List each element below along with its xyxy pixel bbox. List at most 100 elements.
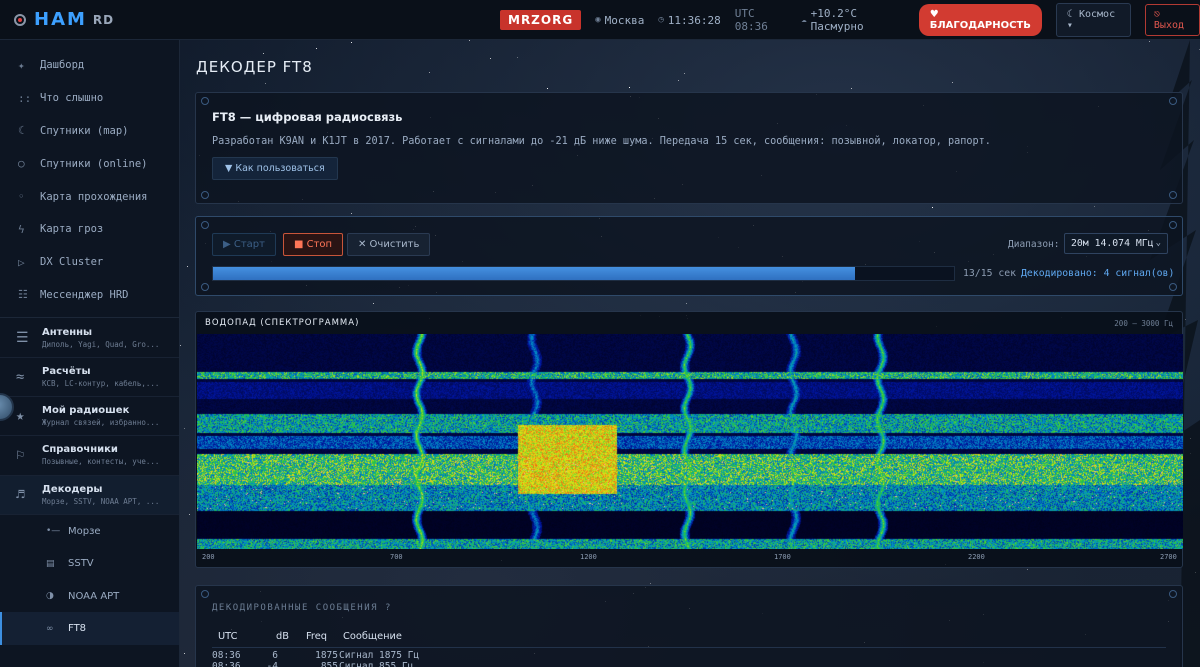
- table-cell: -4: [266, 661, 278, 667]
- logout-button[interactable]: ⎋ Выход: [1144, 4, 1200, 36]
- sidebar-item-label: Мессенджер HRD: [40, 288, 129, 301]
- clock-icon: ◷: [658, 15, 664, 25]
- sidebar-subitem-label: FT8: [68, 623, 87, 635]
- column-header[interactable]: dB: [276, 631, 289, 642]
- table-cell: Сигнал 1875 Гц: [339, 650, 420, 661]
- corner-icon: [201, 97, 209, 105]
- start-button[interactable]: ▶ Старт: [212, 233, 276, 256]
- callsign-badge[interactable]: MRZORG: [500, 10, 582, 30]
- logo[interactable]: HAM RD: [14, 9, 180, 30]
- group-title: Справочники: [42, 444, 118, 456]
- corner-icon: [201, 191, 209, 199]
- group-icon: ★: [16, 408, 25, 425]
- waterfall-card: ВОДОПАД (СПЕКТРОГРАММА) 200 — 3000 Гц 20…: [195, 311, 1183, 568]
- logo-icon: [14, 13, 26, 26]
- corner-icon: [1169, 221, 1177, 229]
- group-subtitle: Морзе, SSTV, NOAA APT, ...: [42, 496, 160, 506]
- sidebar-group[interactable]: ⚐ Справочники Позывные, контесты, уче...: [0, 436, 179, 476]
- sidebar-item[interactable]: ○ Спутники (online): [0, 147, 179, 180]
- sidebar-item[interactable]: :: Что слышно: [0, 82, 179, 115]
- group-subtitle: Журнал связей, избранно...: [42, 418, 160, 428]
- thanks-label: БЛАГОДАРНОСТЬ: [929, 20, 1031, 31]
- column-header[interactable]: UTC: [218, 631, 237, 642]
- nav-icon: ○: [18, 157, 25, 171]
- location-icon: ◉: [595, 15, 601, 25]
- city-text: Москва: [604, 13, 645, 27]
- table-cell: Сигнал 855 Гц: [339, 661, 414, 667]
- range-select[interactable]: 20м 14.074 МГц ⌄: [1064, 233, 1168, 254]
- corner-icon: [201, 590, 209, 598]
- page-title: ДЕКОДЕР FT8: [196, 58, 313, 76]
- group-icon: ⚐: [16, 447, 25, 464]
- table-cell: 1875: [315, 650, 338, 661]
- sidebar-item-label: Спутники (map): [40, 124, 129, 137]
- messages-title: ДЕКОДИРОВАННЫЕ СООБЩЕНИЯ ?: [212, 603, 392, 613]
- group-icon: ☰: [16, 329, 29, 346]
- sidebar-group[interactable]: ♬ Декодеры Морзе, SSTV, NOAA APT, ...: [0, 475, 179, 515]
- nav-icon: ::: [18, 91, 32, 105]
- nav-icon: ◦: [18, 190, 25, 204]
- info-text: Разработан K9AN и K1JT в 2017. Работает …: [212, 136, 991, 147]
- stop-button[interactable]: ■ Стоп: [283, 233, 344, 256]
- sidebar-subitem[interactable]: ◑ NOAA APT: [0, 580, 179, 613]
- controls-card: ▶ Старт ■ Стоп ✕ Очистить Диапазон: 20м …: [195, 216, 1183, 296]
- frequency-tick: 2700: [1160, 553, 1177, 561]
- chevron-down-icon: ⌄: [1155, 238, 1161, 248]
- group-title: Антенны: [42, 326, 93, 338]
- cloud-icon: ☁: [801, 15, 807, 25]
- sidebar: ✦ Дашборд:: Что слышно ☾ Спутники (map)○ Спут…: [0, 40, 180, 667]
- nav-icon: ▷: [18, 255, 25, 269]
- sub-icon: ◑: [46, 591, 54, 602]
- nav-icon: ✦: [18, 58, 25, 72]
- messages-card: ДЕКОДИРОВАННЫЕ СООБЩЕНИЯ ? UTC dB Freq Сооб…: [195, 585, 1183, 667]
- waterfall-canvas[interactable]: [197, 334, 1183, 549]
- sidebar-group[interactable]: ★ Мой радиошек Журнал связей, избранно...: [0, 397, 179, 437]
- sidebar-item[interactable]: ☷ Мессенджер HRD: [0, 279, 179, 312]
- clear-button[interactable]: ✕ Очистить: [347, 233, 431, 256]
- sub-icon: ▤: [46, 558, 55, 569]
- sidebar-subitem[interactable]: ∞ FT8: [0, 612, 179, 645]
- location: ◉ Москва: [595, 14, 644, 27]
- progress-fill: [213, 267, 856, 280]
- frequency-tick: 200: [202, 553, 215, 561]
- app-header: HAM RD MRZORG ◉ Москва ◷ 11:36:28 UTC 08:3…: [0, 0, 1200, 40]
- sidebar-subitem[interactable]: •— Морзе: [0, 515, 179, 548]
- theme-label: Космос: [1078, 9, 1116, 20]
- column-header[interactable]: Freq: [306, 631, 327, 642]
- group-icon: ≈: [16, 368, 25, 385]
- sidebar-subitem[interactable]: ▤ SSTV: [0, 547, 179, 580]
- nav-icon: ϟ: [18, 222, 25, 236]
- table-divider: [212, 647, 1166, 648]
- sidebar-item[interactable]: ϟ Карта гроз: [0, 213, 179, 246]
- corner-icon: [1169, 590, 1177, 598]
- sidebar-item[interactable]: ◦ Карта прохождения: [0, 180, 179, 213]
- table-cell: 08:36: [212, 650, 241, 661]
- info-card: FT8 — цифровая радиосвязь Разработан K9A…: [195, 92, 1183, 204]
- group-subtitle: Позывные, контесты, уче...: [42, 457, 160, 467]
- frequency-tick: 2200: [968, 553, 985, 561]
- column-header[interactable]: Сообщение: [343, 631, 402, 642]
- table-cell: 6: [272, 650, 278, 661]
- frequency-tick: 1700: [774, 553, 791, 561]
- sidebar-group[interactable]: ☰ Антенны Диполь, Yagi, Quad, Gro...: [0, 318, 179, 358]
- sidebar-item[interactable]: ▷ DX Cluster: [0, 246, 179, 279]
- corner-icon: [1169, 97, 1177, 105]
- table-cell: 08:36: [212, 661, 241, 667]
- clock: ◷ 11:36:28: [658, 14, 720, 27]
- sidebar-subitem-label: Морзе: [68, 525, 101, 537]
- sidebar-item[interactable]: ☾ Спутники (map): [0, 115, 179, 148]
- sidebar-group[interactable]: ≈ Расчёты КСВ, LC-контур, кабель,...: [0, 358, 179, 397]
- theme-select[interactable]: ☾ Космос ▾: [1055, 3, 1131, 37]
- waterfall-title: ВОДОПАД (СПЕКТРОГРАММА): [205, 318, 360, 328]
- frequency-tick: 700: [390, 553, 403, 561]
- sidebar-item[interactable]: ✦ Дашборд: [0, 49, 179, 82]
- progress-bar: [212, 266, 955, 281]
- howto-toggle[interactable]: ▼ Как пользоваться: [212, 157, 338, 180]
- thanks-button[interactable]: ♥ БЛАГОДАРНОСТЬ: [918, 4, 1042, 36]
- nav-icon: ☷: [18, 288, 28, 302]
- decoded-count: Декодировано: 4 сигнал(ов): [1021, 268, 1175, 279]
- group-subtitle: КСВ, LC-контур, кабель,...: [42, 378, 160, 388]
- weather-text: +10.2°C Пасмурно: [810, 7, 864, 33]
- sidebar-item-label: Спутники (online): [40, 157, 148, 170]
- local-time: 11:36:28: [667, 13, 721, 27]
